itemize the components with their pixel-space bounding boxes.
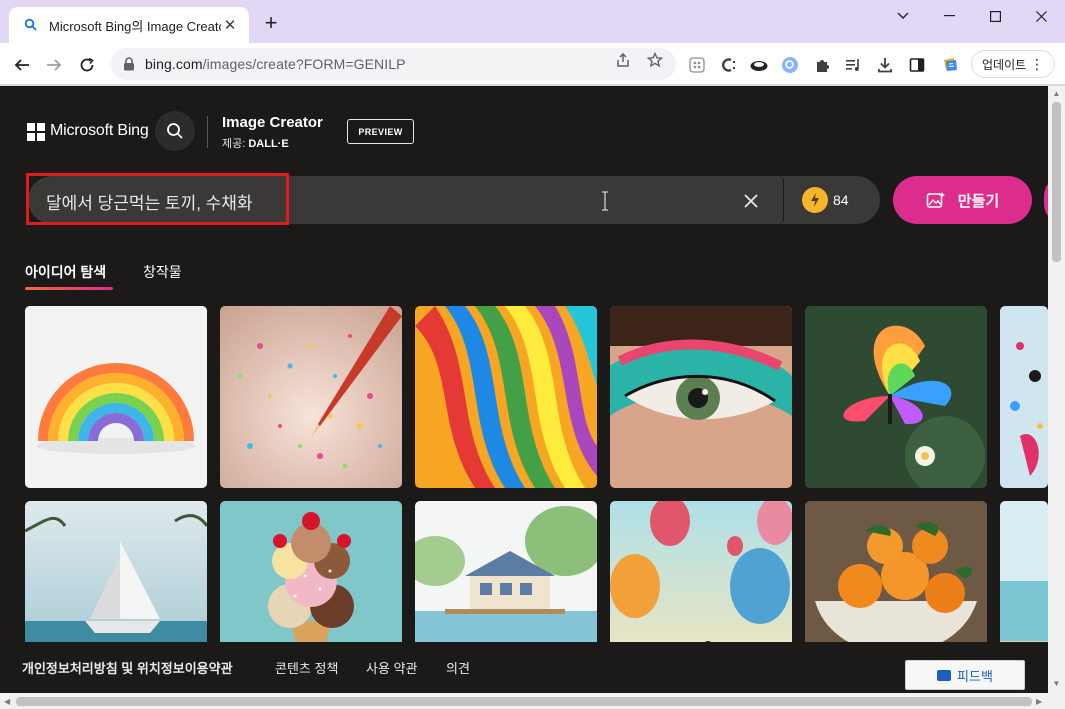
feedback-button[interactable]: 피드백 <box>905 660 1025 690</box>
bing-search-favicon-icon <box>23 17 39 33</box>
tab-explore-ideas[interactable]: 아이디어 탐색 <box>25 262 106 282</box>
update-button[interactable]: 업데이트 ⋮ <box>971 50 1055 78</box>
horizontal-scrollbar[interactable]: ◀ ▶ <box>0 693 1065 709</box>
feedback-bubble-icon <box>937 669 952 681</box>
scroll-down-arrow-icon[interactable]: ▼ <box>1052 680 1061 688</box>
scroll-right-arrow-icon[interactable]: ▶ <box>1036 697 1042 706</box>
gallery-card-paint-splash[interactable] <box>1000 306 1048 488</box>
gallery-card-rainbow-butterfly[interactable] <box>805 306 987 488</box>
download-icon[interactable] <box>874 54 896 76</box>
update-label: 업데이트 <box>982 57 1027 72</box>
maximize-window-icon[interactable] <box>972 0 1018 32</box>
microsoft-logo-icon[interactable] <box>27 123 45 141</box>
scroll-up-arrow-icon[interactable]: ▲ <box>1052 90 1061 98</box>
forward-arrow-icon[interactable] <box>40 51 68 79</box>
page-footer: 개인정보처리방침 및 위치정보이용약관 콘텐츠 정책 사용 약관 의견 피드백 <box>0 642 1048 693</box>
browser-tab-title: Microsoft Bing의 Image Creator <box>49 18 221 34</box>
browser-tab[interactable]: Microsoft Bing의 Image Creator ✕ <box>9 7 249 43</box>
page-title: Image Creator <box>222 114 323 131</box>
extension-grid-icon[interactable] <box>686 54 708 76</box>
create-label: 만들기 <box>957 192 1000 210</box>
address-bar[interactable]: bing.com/images/create?FORM=GENILP <box>111 48 676 80</box>
minimize-window-icon[interactable] <box>926 0 972 32</box>
browser-tab-strip: Microsoft Bing의 Image Creator ✕ + <box>0 0 1065 43</box>
scroll-left-arrow-icon[interactable]: ◀ <box>4 697 10 706</box>
text-cursor-icon <box>598 190 612 212</box>
boost-bolt-icon[interactable] <box>802 187 828 213</box>
active-tab-underline <box>25 287 113 290</box>
search-icon[interactable] <box>155 111 195 151</box>
share-icon[interactable] <box>614 51 632 69</box>
new-tab-icon[interactable]: + <box>260 12 282 35</box>
profile-avatar-icon[interactable] <box>939 54 961 76</box>
preview-badge: PREVIEW <box>347 119 414 144</box>
extension-search-circle-icon[interactable] <box>779 54 801 76</box>
subtitle-model: DALL·E <box>248 138 289 150</box>
gallery-card-pencil-sparkles[interactable] <box>220 306 402 488</box>
prompt-highlight-box <box>26 173 289 225</box>
brand-name[interactable]: Microsoft Bing <box>50 122 149 140</box>
extensions-puzzle-icon[interactable] <box>812 54 834 76</box>
media-playlist-icon[interactable] <box>843 54 865 76</box>
footer-link-terms[interactable]: 사용 약관 <box>366 658 417 677</box>
browser-toolbar: bing.com/images/create?FORM=GENILP 업데이트 … <box>0 43 1065 85</box>
url-path: /images/create?FORM=GENILP <box>202 56 406 72</box>
back-arrow-icon[interactable] <box>8 51 36 79</box>
url-domain: bing.com <box>145 56 203 72</box>
gallery-card-colorful-ribbons[interactable] <box>415 306 597 488</box>
feedback-label: 피드백 <box>957 668 993 684</box>
gallery-card-eye-makeup[interactable] <box>610 306 792 488</box>
create-button[interactable]: 만들기 <box>893 176 1032 224</box>
tab-close-icon[interactable]: ✕ <box>221 16 239 34</box>
tab-search-chevron-icon[interactable] <box>880 0 926 32</box>
extension-c-icon[interactable] <box>717 54 739 76</box>
footer-link-opinion[interactable]: 의견 <box>446 658 470 677</box>
create-image-icon <box>926 191 946 209</box>
reload-icon[interactable] <box>73 51 101 79</box>
vertical-scrollbar[interactable]: ▲ ▼ <box>1048 86 1065 693</box>
bookmark-star-icon[interactable] <box>646 51 664 69</box>
idea-gallery <box>25 306 1048 686</box>
page-content: Microsoft Bing Image Creator 제공: DALL·E … <box>0 86 1048 693</box>
subtitle-prefix: 제공: <box>222 138 246 150</box>
footer-link-privacy[interactable]: 개인정보처리방침 및 위치정보이용약관 <box>22 658 233 677</box>
prompt-separator <box>783 178 784 222</box>
close-window-icon[interactable] <box>1018 0 1064 32</box>
header-divider <box>207 116 208 148</box>
gallery-card-paper-rainbow[interactable] <box>25 306 207 488</box>
extension-disc-icon[interactable] <box>748 54 770 76</box>
more-menu-icon[interactable]: ⋮ <box>1030 56 1044 72</box>
site-header: Microsoft Bing Image Creator 제공: DALL·E … <box>0 86 1048 176</box>
horizontal-scroll-thumb[interactable] <box>16 697 1032 706</box>
tab-creations[interactable]: 창작물 <box>143 262 182 282</box>
boost-count: 84 <box>833 192 849 208</box>
page-subtitle: 제공: DALL·E <box>222 135 289 151</box>
lock-icon[interactable] <box>123 57 135 71</box>
clear-prompt-icon[interactable] <box>740 190 762 212</box>
vertical-scroll-thumb[interactable] <box>1052 102 1061 262</box>
footer-link-content-policy[interactable]: 콘텐츠 정책 <box>275 658 338 677</box>
url-text: bing.com/images/create?FORM=GENILP <box>145 56 406 72</box>
side-panel-icon[interactable] <box>906 54 928 76</box>
